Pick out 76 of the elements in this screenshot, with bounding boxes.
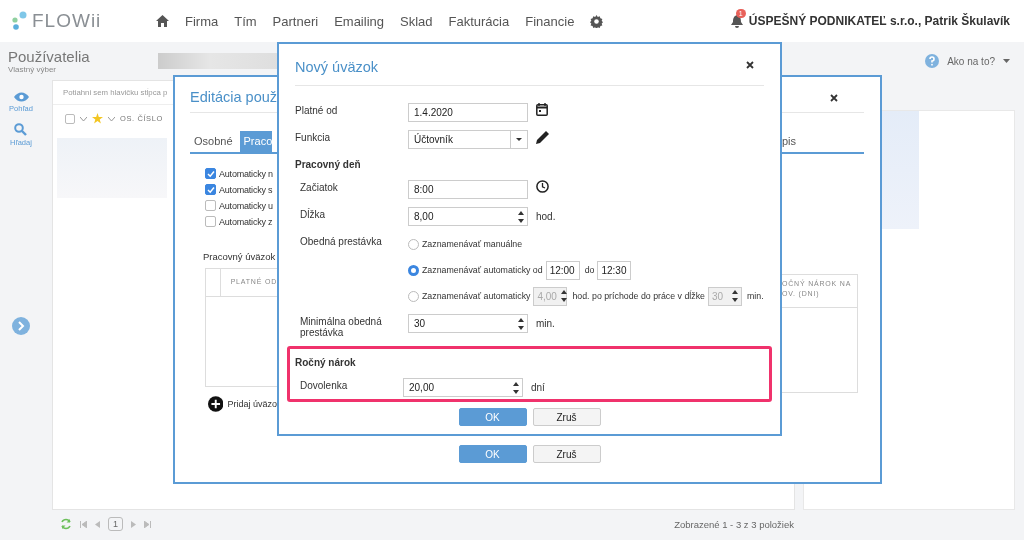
checkbox-label: Automaticky n	[219, 168, 273, 179]
add-icon[interactable]	[208, 395, 224, 413]
checkbox[interactable]	[205, 168, 216, 179]
date-field[interactable]: 1.4.2020	[408, 103, 528, 122]
nav-link[interactable]: Sklad	[400, 13, 433, 29]
field-label: Platné od	[295, 104, 339, 118]
number-field[interactable]: 20,00	[403, 378, 523, 397]
calendar-icon[interactable]	[536, 103, 548, 116]
nav-link[interactable]: Emailing	[334, 13, 384, 29]
home-icon[interactable]	[156, 15, 169, 27]
section-heading: Ročný nárok	[295, 357, 357, 368]
spinner-icon[interactable]	[559, 288, 568, 304]
help-icon[interactable]	[925, 54, 940, 68]
time-field[interactable]: 12:00	[545, 260, 580, 280]
nav-link[interactable]: Financie	[525, 13, 575, 29]
radio-label: min.	[746, 291, 764, 301]
page-subtitle: Vlastný výber	[8, 65, 58, 74]
add-link[interactable]: Pridaj úväzo	[227, 399, 277, 409]
nav-link[interactable]: Partneri	[272, 13, 319, 29]
section-heading: Pracovný deň	[295, 159, 362, 170]
user-name[interactable]: ÚSPEŠNÝ PODNIKATEĽ s.r.o., Patrik Škulavík	[748, 14, 1010, 28]
checkbox-label: Automaticky z	[219, 216, 273, 227]
spinner-icon[interactable]	[730, 288, 739, 304]
unit-label: hod.	[536, 210, 556, 222]
nav-link[interactable]: Firma	[185, 13, 219, 29]
cancel-button[interactable]: Zruš	[532, 408, 601, 426]
field-label: Obedná prestávka	[299, 235, 383, 249]
nav-link[interactable]: Fakturácia	[448, 13, 510, 29]
number-field[interactable]: 30	[408, 314, 528, 333]
page-title: Používatelia	[8, 48, 91, 65]
logo-icon	[10, 11, 28, 31]
eye-icon	[13, 92, 29, 102]
checkbox[interactable]	[205, 200, 216, 211]
tab[interactable]: pis	[782, 131, 801, 152]
time-field[interactable]: 8:00	[408, 180, 528, 199]
logo-text: FLOWii	[32, 10, 102, 32]
checkbox[interactable]	[205, 216, 216, 227]
field-label: Funkcia	[295, 131, 331, 145]
select-field[interactable]: Účtovník	[408, 130, 528, 149]
checkbox-label: Automaticky s	[219, 184, 273, 195]
refresh-icon[interactable]	[60, 518, 72, 530]
unit-label: min.	[536, 317, 555, 329]
dialog-title: Nový úväzok	[295, 57, 378, 75]
radio-label: Zaznamenávať manuálne	[422, 239, 523, 249]
page-number[interactable]: 1	[108, 517, 123, 531]
radio-label: hod. po príchode do práce v dĺžke	[572, 291, 705, 301]
time-field[interactable]: 12:30	[597, 260, 632, 280]
tab[interactable]: Osobné	[190, 131, 237, 152]
number-field[interactable]: 8,00	[408, 207, 528, 226]
field-label: Minimálna obedná prestávka	[299, 315, 383, 338]
section-label: Pracovný úväzok	[203, 251, 277, 262]
close-icon[interactable]	[830, 94, 838, 102]
pager-summary: Zobrazené 1 - 3 z 3 položiek	[674, 518, 794, 530]
close-icon[interactable]	[746, 60, 754, 69]
pencil-icon[interactable]	[536, 130, 550, 144]
field-label: Dĺžka	[299, 207, 326, 222]
radio-label: do	[584, 265, 595, 275]
radio-label: Zaznamenávať automaticky od	[422, 265, 543, 275]
checkbox[interactable]	[65, 113, 75, 124]
radio-button[interactable]	[408, 264, 419, 276]
clock-icon[interactable]	[536, 180, 549, 193]
settings-icon[interactable]	[590, 14, 604, 28]
search-icon	[14, 123, 28, 136]
checkbox[interactable]	[205, 184, 216, 195]
expand-icon[interactable]	[12, 317, 30, 335]
bell-icon[interactable]	[730, 14, 743, 28]
unit-label: dní	[531, 381, 545, 393]
radio-label: Zaznamenávať automaticky	[422, 291, 531, 301]
checkbox-label: Automaticky u	[219, 200, 273, 211]
cancel-button[interactable]: Zruš	[532, 445, 601, 463]
star-icon[interactable]	[92, 113, 103, 124]
field-label: Začiatok	[299, 181, 339, 195]
field-label: Dovolenka	[299, 379, 349, 393]
nav-link[interactable]: Tím	[234, 13, 257, 29]
caret-icon[interactable]	[516, 138, 522, 141]
help-link[interactable]: Ako na to?	[947, 55, 995, 67]
